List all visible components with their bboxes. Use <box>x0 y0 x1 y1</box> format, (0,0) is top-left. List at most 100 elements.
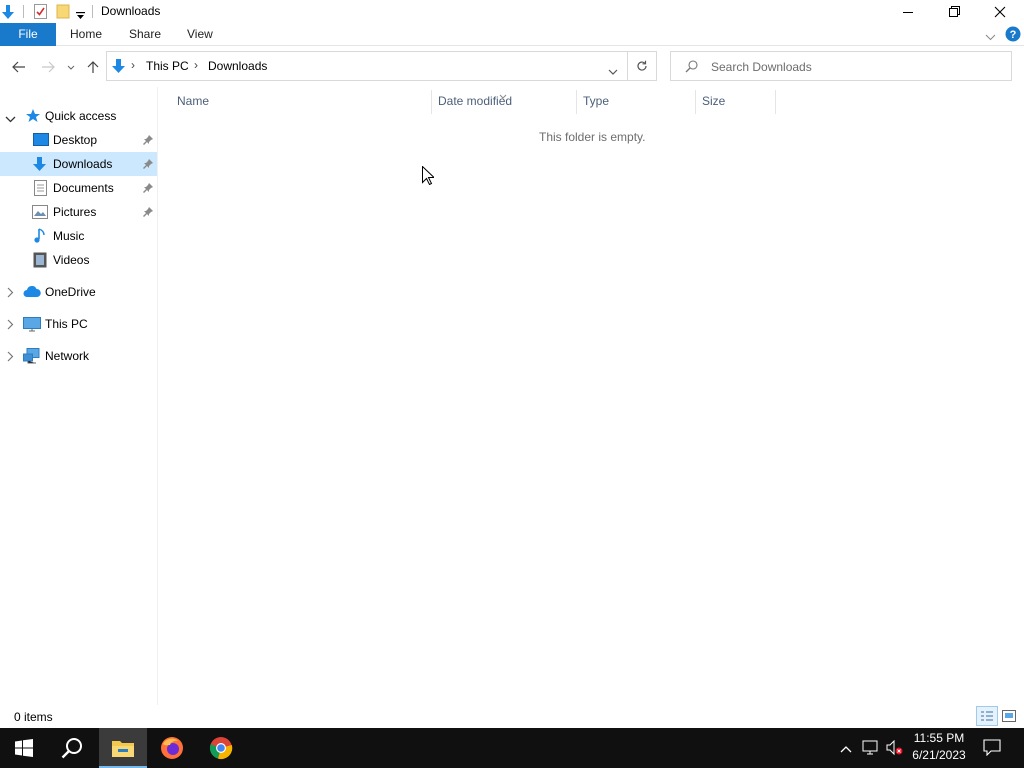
column-date-modified[interactable]: Date modified <box>438 94 512 110</box>
navigation-pane: Quick access Desktop Downloads Documents… <box>0 87 157 705</box>
volume-muted-icon[interactable] <box>886 739 904 759</box>
refresh-button[interactable] <box>628 51 657 81</box>
desktop-icon <box>33 133 49 150</box>
search-box[interactable]: Search Downloads <box>670 51 1012 81</box>
music-icon <box>34 228 46 247</box>
computer-icon <box>23 317 41 335</box>
column-divider[interactable] <box>576 90 577 114</box>
search-taskbar-button[interactable] <box>48 728 96 768</box>
expand-ribbon-icon[interactable] <box>985 30 996 44</box>
pin-icon[interactable] <box>143 206 153 220</box>
collapsed-chevron-icon[interactable] <box>7 319 14 333</box>
nav-pictures[interactable]: Pictures <box>0 200 157 224</box>
column-divider[interactable] <box>431 90 432 114</box>
nav-item-label: Videos <box>53 253 90 267</box>
pin-icon[interactable] <box>143 158 153 172</box>
nav-item-label: OneDrive <box>45 285 96 299</box>
chrome-taskbar-button[interactable] <box>197 728 245 768</box>
column-type[interactable]: Type <box>583 94 609 110</box>
minimize-button[interactable] <box>885 0 931 23</box>
firefox-taskbar-button[interactable] <box>148 728 196 768</box>
empty-folder-message: This folder is empty. <box>539 130 646 144</box>
nav-quick-access-label: Quick access <box>45 109 117 123</box>
nav-desktop[interactable]: Desktop <box>0 128 157 152</box>
pin-icon[interactable] <box>143 134 153 148</box>
forward-button[interactable] <box>37 57 59 77</box>
tab-home[interactable]: Home <box>56 23 116 46</box>
restore-button[interactable] <box>931 0 977 23</box>
network-icon <box>23 348 41 367</box>
taskbar: 11:55 PM 6/21/2023 <box>0 728 1024 768</box>
back-button[interactable] <box>8 57 30 77</box>
status-bar: 0 items <box>0 705 1024 728</box>
nav-item-label: Desktop <box>53 133 98 147</box>
mouse-cursor-icon <box>422 165 436 188</box>
breadcrumb-this-pc[interactable]: This PC <box>146 59 189 73</box>
customize-toolbar-icon[interactable] <box>76 9 85 23</box>
documents-icon <box>34 180 47 199</box>
column-divider[interactable] <box>775 90 776 114</box>
star-icon <box>25 108 41 127</box>
nav-music[interactable]: Music <box>0 224 157 248</box>
new-folder-icon[interactable] <box>56 4 70 22</box>
nav-item-label: Network <box>45 349 90 363</box>
recent-locations-button[interactable] <box>62 57 80 77</box>
expanded-chevron-icon[interactable] <box>5 112 16 126</box>
collapsed-chevron-icon[interactable] <box>7 351 14 365</box>
tab-file[interactable]: File <box>0 23 56 46</box>
search-placeholder: Search Downloads <box>711 60 812 74</box>
nav-item-label: Documents <box>53 181 114 195</box>
downloads-folder-icon <box>1 4 15 23</box>
action-center-icon[interactable] <box>983 739 1001 759</box>
breadcrumb-separator: › <box>131 58 135 72</box>
nav-item-label: This PC <box>45 317 88 331</box>
videos-icon <box>33 252 47 271</box>
search-icon <box>685 60 698 76</box>
svg-text:?: ? <box>1010 29 1017 41</box>
start-button[interactable] <box>0 728 48 768</box>
nav-item-label: Pictures <box>53 205 97 219</box>
pin-icon[interactable] <box>143 182 153 196</box>
breadcrumb-separator: › <box>194 58 198 72</box>
breadcrumb-downloads[interactable]: Downloads <box>208 59 267 73</box>
item-count: 0 items <box>14 710 53 724</box>
up-button[interactable] <box>82 57 104 77</box>
divider <box>92 5 93 18</box>
address-history-chevron-icon[interactable] <box>608 64 618 78</box>
collapsed-chevron-icon[interactable] <box>7 287 14 301</box>
address-bar[interactable]: › This PC › Downloads <box>106 51 628 81</box>
title-bar: Downloads <box>0 0 1024 23</box>
column-name[interactable]: Name <box>177 94 209 110</box>
clock-time: 11:55 PM <box>913 731 965 745</box>
nav-item-label: Music <box>53 229 85 243</box>
clock-date: 6/21/2023 <box>912 748 966 762</box>
pictures-icon <box>32 205 48 222</box>
tab-share[interactable]: Share <box>115 23 175 46</box>
close-button[interactable] <box>977 0 1023 23</box>
help-icon[interactable]: ? <box>1005 26 1021 45</box>
large-icons-view-icon[interactable] <box>1000 708 1018 724</box>
nav-item-label: Downloads <box>53 157 113 171</box>
downloads-icon <box>32 156 47 175</box>
ribbon: File Home Share View ? <box>0 23 1024 46</box>
divider <box>23 5 24 18</box>
properties-icon[interactable] <box>33 3 48 23</box>
tab-view[interactable]: View <box>173 23 227 46</box>
details-view-icon[interactable] <box>976 706 998 726</box>
onedrive-icon <box>23 285 41 301</box>
network-status-icon[interactable] <box>862 740 880 759</box>
nav-network[interactable]: Network <box>0 344 157 368</box>
nav-documents[interactable]: Documents <box>0 176 157 200</box>
nav-downloads[interactable]: Downloads <box>0 152 157 176</box>
nav-this-pc[interactable]: This PC <box>0 312 157 336</box>
file-explorer-taskbar-button[interactable] <box>99 728 147 768</box>
downloads-icon <box>111 58 126 77</box>
nav-videos[interactable]: Videos <box>0 248 157 272</box>
nav-quick-access[interactable]: Quick access <box>0 104 157 128</box>
show-hidden-icons-icon[interactable] <box>840 742 852 756</box>
window-title: Downloads <box>101 4 161 18</box>
taskbar-clock[interactable]: 11:55 PM 6/21/2023 <box>905 730 973 764</box>
nav-onedrive[interactable]: OneDrive <box>0 280 157 304</box>
column-size[interactable]: Size <box>702 94 725 110</box>
column-divider[interactable] <box>695 90 696 114</box>
